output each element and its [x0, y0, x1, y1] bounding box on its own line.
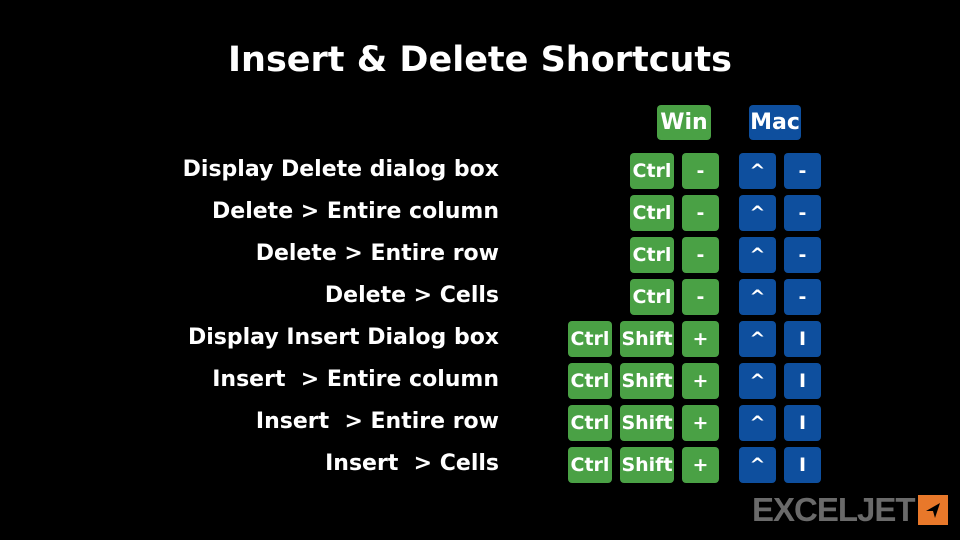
shortcut-label: Insert > Entire column: [212, 367, 499, 392]
mac-key: -: [784, 195, 821, 231]
win-key: +: [682, 321, 719, 357]
shortcut-row: Insert > Entire row Ctrl Shift + ^ I: [0, 405, 960, 442]
mac-key: I: [784, 363, 821, 399]
shortcut-label: Insert > Entire row: [255, 409, 499, 434]
shortcut-label: Delete > Entire row: [255, 241, 499, 266]
win-key: +: [682, 363, 719, 399]
shortcut-row: Delete > Entire column Ctrl - ^ -: [0, 195, 960, 232]
shortcut-label: Delete > Cells: [324, 283, 499, 308]
mac-key: -: [784, 237, 821, 273]
shortcut-row: Display Insert Dialog box Ctrl Shift + ^ I: [0, 321, 960, 358]
mac-key: -: [784, 153, 821, 189]
win-header: Win: [657, 105, 711, 140]
control-caret-key: ^: [739, 153, 776, 189]
win-key: -: [682, 153, 719, 189]
mac-key: I: [784, 447, 821, 483]
control-caret-key: ^: [739, 195, 776, 231]
page-title: Insert & Delete Shortcuts: [228, 40, 732, 80]
win-key: Shift: [620, 405, 674, 441]
shortcut-label: Display Insert Dialog box: [187, 325, 499, 350]
control-caret-key: ^: [739, 405, 776, 441]
control-caret-key: ^: [739, 279, 776, 315]
shortcut-row: Delete > Entire row Ctrl - ^ -: [0, 237, 960, 274]
win-key: -: [682, 237, 719, 273]
win-key: -: [682, 279, 719, 315]
win-key: Ctrl: [568, 447, 612, 483]
mac-header: Mac: [749, 105, 801, 140]
win-key: Ctrl: [568, 363, 612, 399]
shortcut-row: Display Delete dialog box Ctrl - ^ -: [0, 153, 960, 190]
control-caret-key: ^: [739, 237, 776, 273]
mac-key: I: [784, 405, 821, 441]
shortcut-row: Insert > Cells Ctrl Shift + ^ I: [0, 447, 960, 484]
shortcut-label: Display Delete dialog box: [182, 157, 499, 182]
control-caret-key: ^: [739, 321, 776, 357]
mac-key: -: [784, 279, 821, 315]
win-key: Ctrl: [630, 153, 674, 189]
shortcut-label: Delete > Entire column: [212, 199, 499, 224]
control-caret-key: ^: [739, 363, 776, 399]
win-key: Ctrl: [630, 279, 674, 315]
shortcut-label: Insert > Cells: [325, 451, 499, 476]
logo-text: EXCELJET: [752, 491, 916, 528]
win-key: Ctrl: [568, 405, 612, 441]
win-key: -: [682, 195, 719, 231]
win-key: Ctrl: [630, 237, 674, 273]
arrow-cursor-icon: [917, 495, 948, 525]
win-key: Shift: [620, 447, 674, 483]
mac-key: I: [784, 321, 821, 357]
win-key: +: [682, 405, 719, 441]
win-key: +: [682, 447, 719, 483]
shortcut-row: Delete > Cells Ctrl - ^ -: [0, 279, 960, 316]
shortcut-row: Insert > Entire column Ctrl Shift + ^ I: [0, 363, 960, 400]
win-key: Shift: [620, 363, 674, 399]
win-key: Ctrl: [568, 321, 612, 357]
control-caret-key: ^: [739, 447, 776, 483]
exceljet-logo: EXCELJET: [752, 491, 948, 528]
win-key: Ctrl: [630, 195, 674, 231]
win-key: Shift: [620, 321, 674, 357]
